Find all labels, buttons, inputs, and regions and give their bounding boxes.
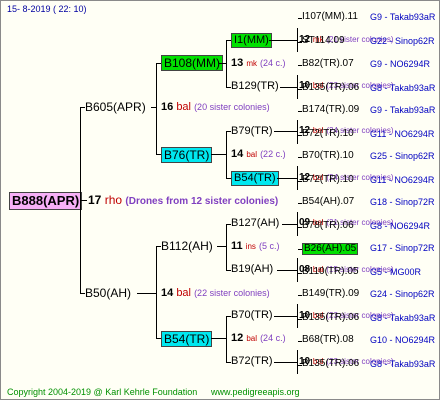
g4-location: G5 - MG00R [370, 267, 422, 277]
connector [156, 246, 157, 339]
g3-queen-2: B129(TR) [231, 80, 279, 92]
connector [226, 316, 227, 363]
connector [226, 131, 227, 179]
connector [211, 154, 226, 155]
subject-drones: 17 rho (Drones from 12 sister colonies) [88, 193, 279, 207]
connector [217, 246, 226, 247]
g4-location: G10 - NO6294R [370, 335, 436, 345]
g4-queen: B174(TR).09 [302, 104, 360, 115]
pedigree-chart: 15- 8-2019 ( 22: 10) Copyright 2004-2019… [0, 0, 440, 400]
g4-queen: B135(TR).06 [302, 358, 360, 369]
dam-g1: B605(APR) [85, 100, 146, 114]
g2-drones-1: 13 mk (24 c.) [231, 57, 286, 69]
g3-queen-3: B79(TR) [231, 125, 273, 137]
connector [297, 212, 298, 236]
g4-location: G8 - Takab93aR [370, 313, 436, 323]
g4-queen: B70(TR).10 [302, 150, 354, 161]
g2-queen-1: B108(MM) [161, 55, 224, 71]
g4-queen: B78(TR).06 [302, 220, 354, 231]
g4-location: G11 - NO6294R [370, 129, 435, 139]
g4-queen: B68(TR).08 [302, 334, 354, 345]
connector [137, 293, 156, 294]
connector [80, 200, 87, 201]
g4-location: G9 - NO6294R [370, 59, 431, 69]
connector [211, 338, 226, 339]
connector [156, 63, 157, 155]
g4-queen: ST114.09 [302, 35, 345, 46]
g3-queen-5: B127(AH) [231, 217, 280, 229]
g3-queen-4: B54(TR) [231, 171, 279, 186]
g3-queen-8: B72(TR) [231, 355, 273, 367]
g4-location: G9 - Takab93aR [370, 105, 436, 115]
g3-queen-7: B70(TR) [231, 309, 273, 321]
g4-location: G18 - Sinop72R [370, 197, 435, 207]
g4-location: G8 - NO6294R [370, 221, 431, 231]
connector [226, 224, 227, 271]
copyright: Copyright 2004-2019 @ Karl Kehrle Founda… [7, 387, 198, 397]
g4-queen: B135(TR).06 [302, 82, 360, 93]
connector [297, 258, 298, 282]
connector [274, 131, 297, 132]
connector [297, 350, 298, 374]
connector [280, 87, 297, 88]
dam-g1-drones: 16 bal (20 sister colonies) [161, 101, 270, 113]
connector [219, 63, 226, 64]
g4-location: G9 - Takab93aR [370, 12, 436, 22]
g3-queen-1: I1(MM) [231, 33, 272, 48]
g4-location: G17 - Sinop72R [370, 243, 435, 253]
connector [80, 107, 81, 294]
g4-queen: B149(TR).09 [302, 288, 360, 299]
g4-location: G24 - Sinop62R [370, 289, 435, 299]
connector [297, 75, 298, 99]
sire-g1-drones: 14 bal (22 sister colonies) [161, 287, 270, 299]
g4-queen: B72(TR).10 [302, 128, 354, 139]
g4-queen: B54(AH).07 [302, 196, 355, 207]
g2-drones-4: 12 bal (24 c.) [231, 332, 286, 344]
sire-g1: B50(AH) [85, 286, 132, 300]
connector [274, 316, 297, 317]
g4-location: G8 - Takab93aR [370, 359, 436, 369]
connector [282, 224, 297, 225]
g4-location: G8 - Takab93aR [370, 83, 436, 93]
connector [297, 166, 298, 190]
connector [297, 120, 298, 144]
g4-queen: I107(MM).11 [302, 11, 358, 22]
connector [277, 178, 297, 179]
g4-queen: B72(TR).10 [302, 174, 354, 185]
connector [297, 304, 298, 328]
g2-drones-2: 14 bal (22 c.) [231, 148, 286, 160]
g4-queen: B110(TR).05 [302, 266, 359, 277]
connector [274, 362, 297, 363]
connector [151, 107, 156, 108]
connector [226, 40, 227, 87]
g4-location: G11 - NO6294R [370, 175, 435, 185]
g4-queen: B82(TR).07 [302, 58, 354, 69]
g4-location: G25 - Sinop62R [370, 151, 435, 161]
g4-location: G22 - Sinop62R [370, 36, 435, 46]
subject-queen: B888(APR) [9, 192, 83, 210]
connector [277, 270, 297, 271]
g2-queen-2: B76(TR) [161, 147, 213, 163]
g4-queen: B135(TR).06 [302, 312, 360, 323]
g3-queen-6: B19(AH) [231, 263, 274, 275]
g2-queen-3: B112(AH) [161, 239, 213, 253]
connector [269, 40, 297, 41]
g4-queen: B26(AH).05 [302, 243, 359, 255]
g2-queen-4: B54(TR) [161, 331, 213, 347]
date-stamp: 15- 8-2019 ( 22: 10) [7, 4, 87, 14]
connector [297, 28, 298, 52]
g2-drones-3: 11 ins (5 c.) [231, 240, 280, 252]
site-link[interactable]: www.pedigreeapis.org [211, 388, 300, 397]
